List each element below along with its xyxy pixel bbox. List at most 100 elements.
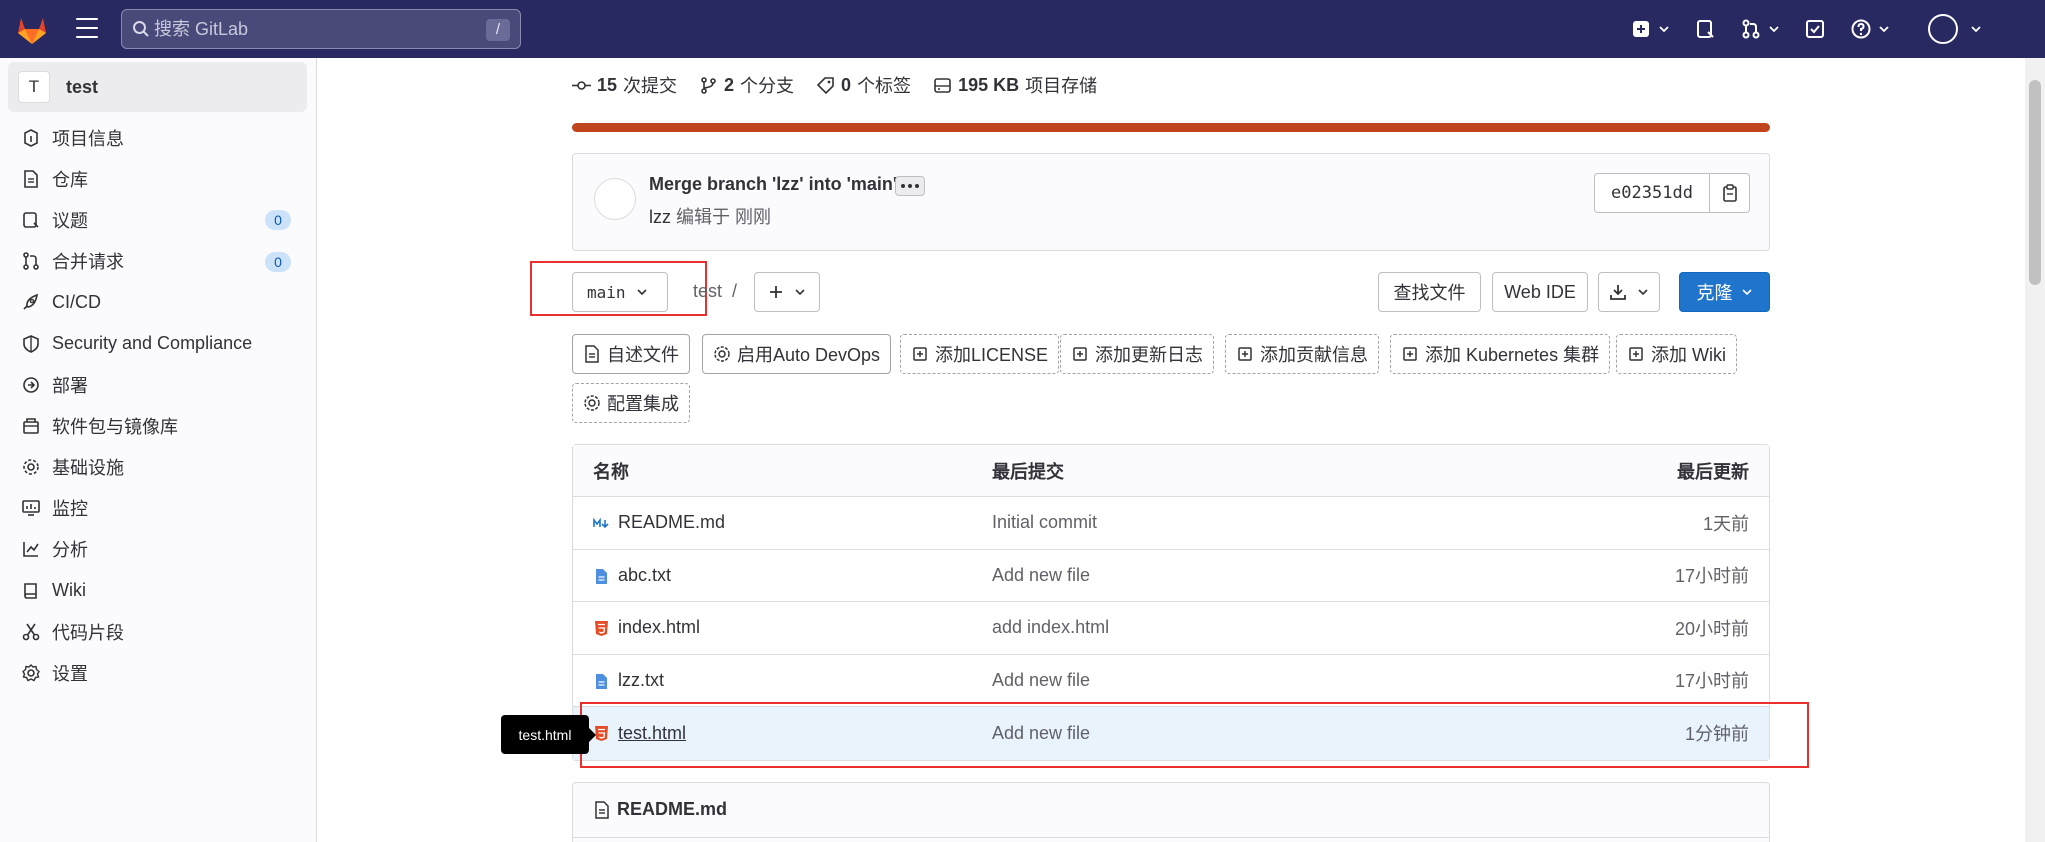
branches-stat[interactable]: 2 个分支 [699, 72, 794, 98]
sidebar-item-label: 设置 [52, 664, 88, 685]
plus-square-icon [1633, 21, 1649, 37]
search-input[interactable] [154, 18, 484, 40]
clone-dropdown[interactable]: 克隆 [1679, 272, 1770, 312]
file-name-link[interactable]: README.md [618, 512, 725, 533]
scrollbar-thumb[interactable] [2029, 80, 2041, 285]
commits-stat[interactable]: 15 次提交 [572, 72, 677, 98]
commits-label: 次提交 [623, 76, 678, 96]
file-commit-link[interactable]: Initial commit [992, 512, 1097, 533]
sidebar-item-label: 仓库 [52, 169, 88, 190]
sidebar-item-wiki[interactable]: Wiki [0, 570, 317, 611]
storage-stat[interactable]: 195 KB 项目存储 [933, 72, 1097, 98]
sidebar-item-settings[interactable]: 设置 [0, 652, 317, 693]
sidebar-item-label: 分析 [52, 540, 88, 561]
settings-icon [584, 395, 600, 411]
table-row[interactable]: lzz.txt Add new file 17小时前 [573, 655, 1769, 707]
issues-icon [23, 212, 39, 228]
readme-preview: README.md [572, 782, 1770, 842]
sidebar-project-header[interactable]: T test [8, 62, 307, 112]
merge-request-icon [1742, 19, 1760, 39]
sidebar-item-snippets[interactable]: 代码片段 [0, 611, 317, 652]
download-dropdown[interactable] [1598, 272, 1660, 312]
file-name-link[interactable]: index.html [618, 617, 700, 638]
sidebar-item-packages[interactable]: 软件包与镜像库 [0, 405, 317, 446]
add-changelog-chip[interactable]: 添加更新日志 [1060, 334, 1214, 374]
sidebar-item-issues[interactable]: 议题 0 [0, 199, 317, 240]
file-name-link[interactable]: abc.txt [618, 565, 671, 586]
sidebar-item-security[interactable]: Security and Compliance [0, 323, 317, 364]
issues-top-button[interactable] [1694, 18, 1716, 40]
file-commit-link[interactable]: add index.html [992, 617, 1109, 638]
path-root-link[interactable]: test [693, 281, 722, 301]
menu-icon[interactable] [76, 18, 98, 38]
table-row[interactable]: index.html add index.html 20小时前 [573, 602, 1769, 655]
header-name: 名称 [593, 461, 629, 482]
table-row[interactable]: abc.txt Add new file 17小时前 [573, 550, 1769, 602]
tag-icon [816, 76, 834, 94]
find-file-button[interactable]: 查找文件 [1378, 272, 1481, 312]
header-last-commit: 最后提交 [992, 461, 1064, 482]
readme-title[interactable]: README.md [617, 799, 727, 820]
branches-count: 2 [724, 74, 735, 95]
sidebar-item-deployments[interactable]: 部署 [0, 364, 317, 405]
sidebar-item-analytics[interactable]: 分析 [0, 529, 317, 570]
commit-title-link[interactable]: Merge branch 'lzz' into 'main' [649, 174, 897, 195]
search-shortcut-key: / [486, 19, 510, 41]
help-dropdown[interactable] [1850, 18, 1890, 40]
configure-integrations-chip[interactable]: 配置集成 [572, 383, 690, 423]
file-table-header: 名称 最后提交 最后更新 [573, 445, 1769, 497]
file-name-link[interactable]: lzz.txt [618, 670, 664, 691]
add-license-chip[interactable]: 添加LICENSE [900, 334, 1060, 374]
repository-language-bar [572, 123, 1770, 132]
monitor-icon [22, 500, 40, 517]
todos-button[interactable] [1804, 18, 1826, 40]
add-to-tree-dropdown[interactable] [754, 272, 820, 312]
search-box[interactable]: / [121, 9, 521, 49]
sidebar-item-label: 项目信息 [52, 128, 124, 149]
create-new-dropdown[interactable] [1630, 18, 1670, 40]
commit-expand-button[interactable] [895, 176, 925, 196]
user-menu-dropdown[interactable] [1928, 14, 1982, 44]
sidebar-item-monitor[interactable]: 监控 [0, 488, 317, 529]
sidebar-item-project-info[interactable]: 项目信息 [0, 117, 317, 158]
sidebar-item-repository[interactable]: 仓库 [0, 158, 317, 199]
chevron-down-icon [795, 289, 805, 296]
tags-stat[interactable]: 0 个标签 [816, 72, 911, 98]
tags-label: 个标签 [857, 76, 912, 96]
annotation-highlight-row [580, 702, 1809, 768]
commits-count: 15 [597, 74, 618, 95]
merge-requests-dropdown[interactable] [1740, 18, 1780, 40]
auto-devops-chip[interactable]: 启用Auto DevOps [702, 334, 892, 374]
file-commit-link[interactable]: Add new file [992, 670, 1090, 691]
chip-label: 添加 Kubernetes 集群 [1425, 345, 1600, 365]
sidebar-item-ci-cd[interactable]: CI/CD [0, 282, 317, 323]
issues-count-badge: 0 [265, 210, 291, 231]
file-name-tooltip: test.html [501, 715, 596, 754]
chevron-down-icon [1638, 289, 1648, 296]
commit-author-link[interactable]: lzz [649, 207, 671, 227]
storage-size: 195 KB [958, 74, 1020, 95]
commit-sha-button[interactable]: e02351dd [1594, 173, 1710, 213]
web-ide-button[interactable]: Web IDE [1492, 272, 1588, 312]
sidebar-item-infrastructure[interactable]: 基础设施 [0, 447, 317, 488]
table-row[interactable]: README.md Initial commit 1天前 [573, 497, 1769, 550]
chevron-down-icon [1879, 26, 1889, 33]
copy-sha-button[interactable] [1710, 173, 1750, 213]
add-kubernetes-chip[interactable]: 添加 Kubernetes 集群 [1390, 334, 1611, 374]
gitlab-logo-icon[interactable] [14, 11, 50, 47]
add-contributing-chip[interactable]: 添加贡献信息 [1225, 334, 1379, 374]
doc-icon [585, 345, 599, 363]
page-scrollbar[interactable] [2025, 58, 2045, 842]
text-file-icon [596, 568, 607, 584]
readme-chip[interactable]: 自述文件 [572, 334, 690, 374]
file-commit-link[interactable]: Add new file [992, 565, 1090, 586]
sidebar-item-merge-requests[interactable]: 合并请求 0 [0, 241, 317, 282]
commit-time: 刚刚 [735, 207, 772, 227]
chip-label: 添加更新日志 [1095, 345, 1203, 365]
clone-label: 克隆 [1696, 283, 1733, 303]
add-wiki-chip[interactable]: 添加 Wiki [1616, 334, 1737, 374]
html-file-icon [595, 621, 608, 636]
chip-label: 自述文件 [607, 345, 679, 365]
file-updated-time: 17小时前 [1674, 566, 1749, 587]
commit-author-avatar[interactable] [594, 178, 636, 220]
